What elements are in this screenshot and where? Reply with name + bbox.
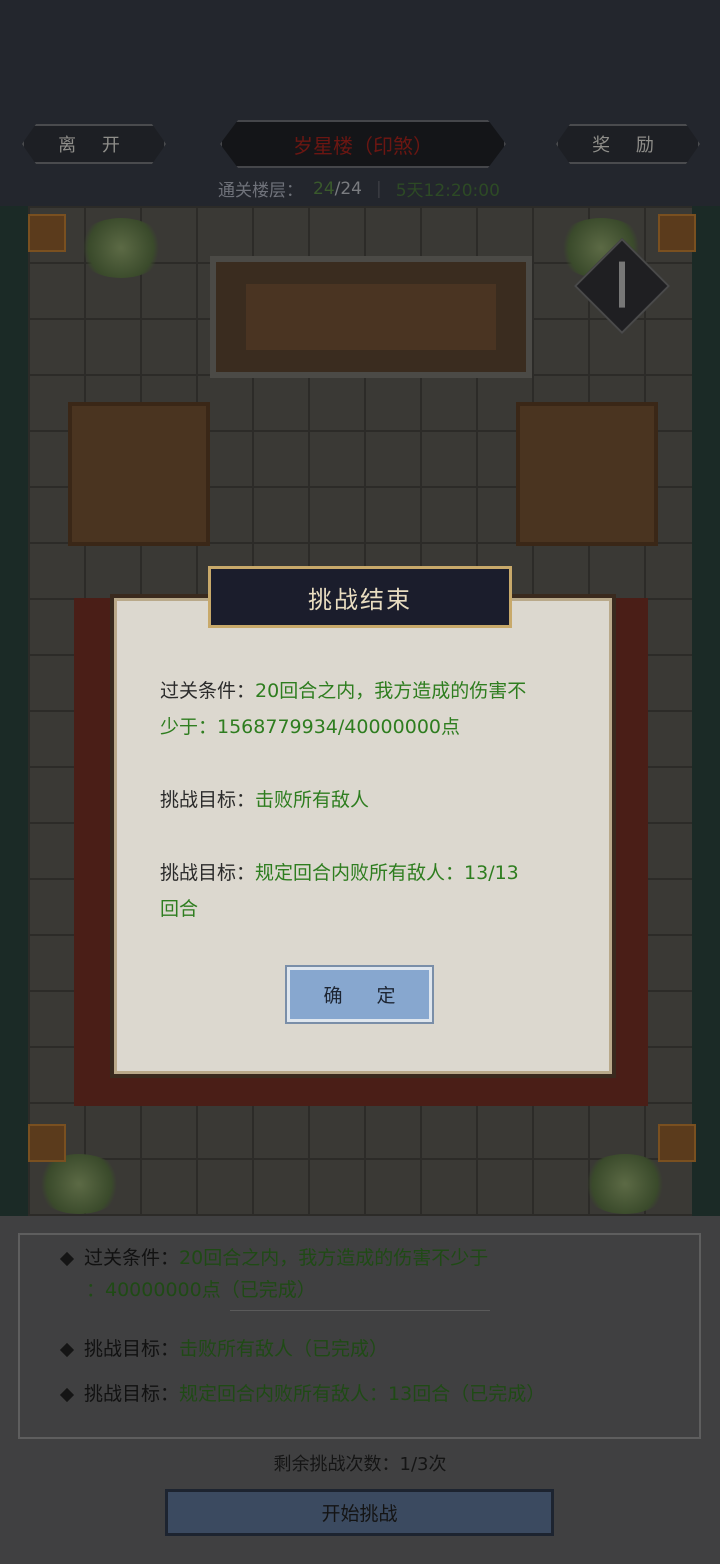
clear-condition-value: 20回合之内，我方造成的伤害不 (255, 680, 527, 702)
info-goal-2-value: 规定回合内败所有敌人：13回合（已完成） (179, 1383, 546, 1405)
clear-condition-value-cont: 少于：1568779934/40000000点 (160, 716, 460, 738)
goal-2-label: 挑战目标： (160, 862, 256, 884)
reward-button[interactable]: 奖 励 (556, 124, 700, 164)
divider (230, 1310, 490, 1311)
flower-bush-icon (580, 1154, 670, 1214)
info-condition-value-cont: ：40000000点（已完成） (86, 1279, 316, 1301)
goal-2-value-cont: 回合 (160, 898, 199, 920)
info-goal-1-label: 挑战目标： (84, 1338, 180, 1360)
table-right (516, 402, 658, 546)
info-row-goal-1: 挑战目标：击败所有敌人（已完成） (59, 1334, 389, 1361)
info-condition-value: 20回合之内，我方造成的伤害不少于 (179, 1247, 489, 1269)
diamond-bullet-icon (59, 1251, 75, 1266)
diamond-bullet-icon (59, 1387, 75, 1402)
challenge-goal-2: 挑战目标：规定回合内败所有敌人：13/13 回合 (160, 855, 570, 927)
info-goal-1-value: 击败所有敌人（已完成） (179, 1338, 389, 1360)
lantern-icon (658, 214, 696, 252)
info-row-condition-cont: ：40000000点（已完成） (86, 1275, 316, 1302)
stage-title: 岁星楼（印煞） (220, 120, 506, 168)
lantern-icon (28, 1124, 66, 1162)
lantern-icon (658, 1124, 696, 1162)
dialog-title: 挑战结束 (208, 566, 512, 628)
separator: | (376, 178, 382, 199)
clear-condition-label: 过关条件： (160, 680, 256, 702)
floor-progress: 通关楼层： 24 /24 | 5天12:20:00 (218, 176, 500, 202)
challenge-goal-1: 挑战目标：击败所有敌人 (160, 782, 570, 818)
flower-bush-icon (34, 1154, 124, 1214)
clear-condition: 过关条件：20回合之内，我方造成的伤害不 少于：1568779934/40000… (160, 673, 570, 745)
goal-1-label: 挑战目标： (160, 789, 256, 811)
info-condition-label: 过关条件： (84, 1247, 180, 1269)
start-challenge-button[interactable]: 开始挑战 (165, 1489, 554, 1536)
info-goal-2-label: 挑战目标： (84, 1383, 180, 1405)
leave-button[interactable]: 离 开 (22, 124, 166, 164)
diamond-bullet-icon (59, 1342, 75, 1357)
confirm-button[interactable]: 确 定 (285, 965, 434, 1024)
lantern-icon (28, 214, 66, 252)
goal-2-value: 规定回合内败所有敌人：13/13 (255, 862, 519, 884)
info-row-goal-2: 挑战目标：规定回合内败所有敌人：13回合（已完成） (59, 1379, 546, 1406)
right-wall (692, 206, 720, 1216)
floor-current: 24 (313, 178, 335, 199)
flower-pot-icon (76, 218, 166, 278)
goal-1-value: 击败所有敌人 (255, 789, 370, 811)
floor-label: 通关楼层： (218, 181, 303, 201)
wooden-screen (210, 256, 532, 378)
info-row-condition: 过关条件：20回合之内，我方造成的伤害不少于 (59, 1243, 489, 1270)
remaining-attempts: 剩余挑战次数：1/3次 (273, 1454, 447, 1475)
left-wall (0, 206, 28, 1216)
floor-total: /24 (334, 178, 362, 199)
table-left (68, 402, 210, 546)
countdown-timer: 5天12:20:00 (395, 181, 500, 201)
